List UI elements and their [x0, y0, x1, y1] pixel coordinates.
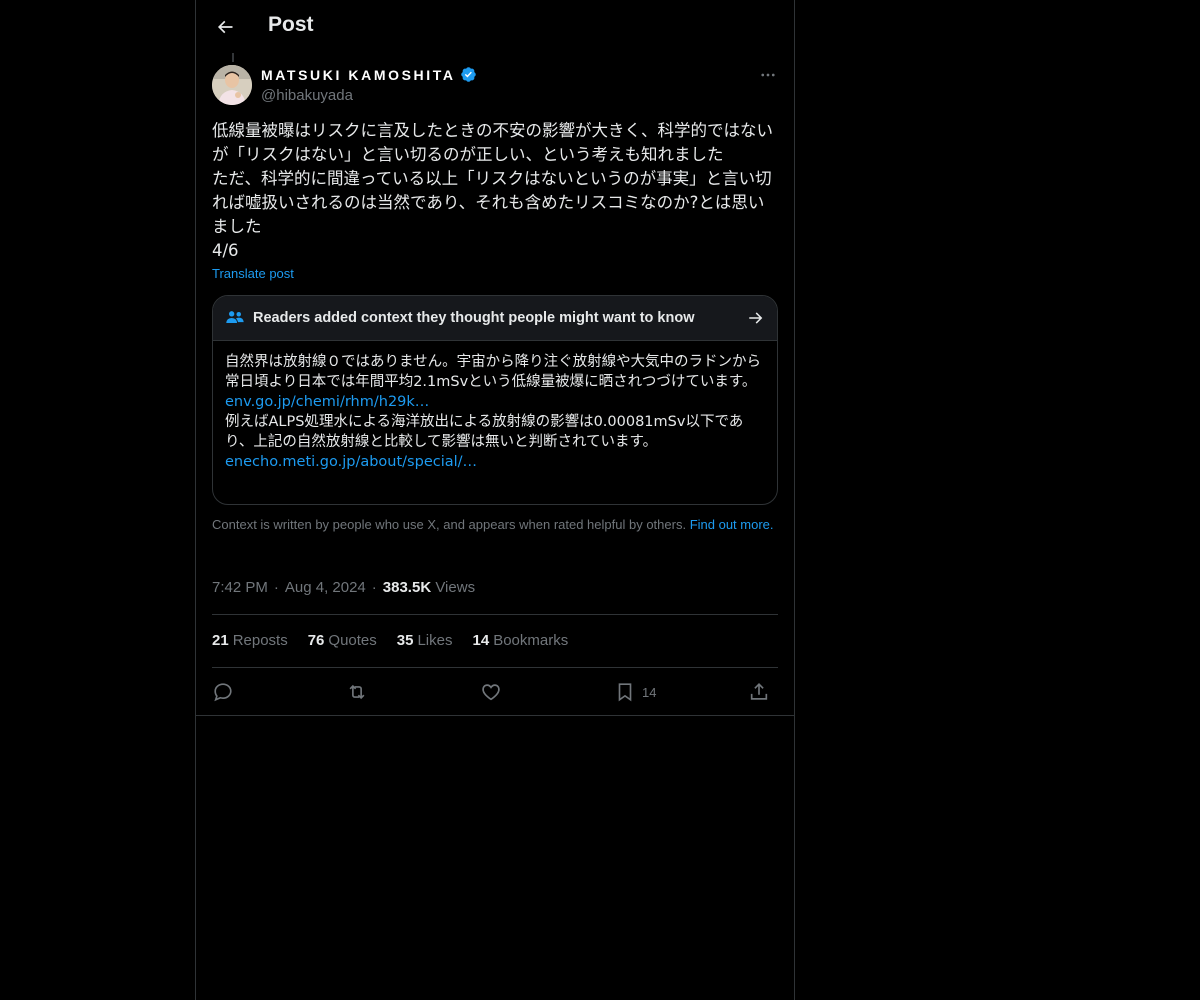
- community-note-header[interactable]: Readers added context they thought peopl…: [213, 296, 777, 341]
- find-out-more-link[interactable]: Find out more.: [690, 517, 774, 532]
- more-options-button[interactable]: [756, 66, 780, 84]
- bookmark-count: 14: [642, 684, 657, 700]
- avatar[interactable]: [212, 65, 252, 105]
- note-arrow-button[interactable]: [747, 309, 765, 327]
- context-footer: Context is written by people who use X, …: [212, 517, 778, 533]
- reply-button[interactable]: [212, 680, 234, 704]
- community-note: Readers added context they thought peopl…: [212, 295, 778, 505]
- back-button[interactable]: [208, 10, 242, 44]
- community-note-title: Readers added context they thought peopl…: [253, 310, 695, 326]
- heart-icon: [482, 684, 500, 701]
- stat-quotes[interactable]: 76 Quotes: [308, 632, 377, 649]
- post-bottom-border: [196, 715, 794, 716]
- reply-icon: [214, 683, 232, 702]
- views-label: Views: [435, 579, 476, 596]
- author-display-name[interactable]: MATSUKI KAMOSHITA: [261, 66, 477, 83]
- thread-connector-line: [232, 53, 234, 62]
- avatar-photo: [212, 65, 252, 105]
- post-time[interactable]: 7:42 PM: [212, 579, 268, 596]
- arrow-left-icon: [217, 20, 233, 34]
- engagement-stats: 21 Reposts 76 Quotes 35 Likes 14 Bookmarks: [212, 632, 568, 649]
- author-handle[interactable]: @hibakuyada: [261, 87, 353, 104]
- divider: [212, 614, 778, 615]
- stat-likes[interactable]: 35 Likes: [397, 632, 453, 649]
- repost-icon: [349, 684, 365, 700]
- bookmark-icon: [618, 683, 632, 702]
- display-name-text: MATSUKI KAMOSHITA: [261, 66, 456, 83]
- note-paragraph-2: 例えばALPS処理水による海洋放出による放射線の影響は0.00081mSv以下で…: [225, 414, 744, 450]
- post-date[interactable]: Aug 4, 2024: [285, 579, 366, 596]
- repost-button[interactable]: [346, 680, 368, 704]
- bookmark-button[interactable]: 14: [614, 680, 656, 704]
- stat-reposts[interactable]: 21 Reposts: [212, 632, 288, 649]
- translate-post-link[interactable]: Translate post: [212, 266, 294, 281]
- context-footer-text: Context is written by people who use X, …: [212, 517, 687, 532]
- stat-bookmarks[interactable]: 14 Bookmarks: [473, 632, 569, 649]
- note-link-2[interactable]: enecho.meti.go.jp/about/special/…: [225, 452, 765, 472]
- verified-badge-icon[interactable]: [460, 66, 477, 83]
- post-meta: 7:42 PM · Aug 4, 2024 · 383.5K Views: [212, 579, 475, 596]
- post-column: Post MATSUKI KAMOSHITA @hibakuyada 低線量被曝…: [195, 0, 795, 1000]
- arrow-right-icon: [749, 312, 763, 324]
- like-button[interactable]: [480, 680, 502, 704]
- more-dots-icon: [761, 73, 775, 77]
- top-header: Post: [196, 0, 794, 53]
- views-count: 383.5K: [382, 579, 432, 596]
- share-button[interactable]: [748, 680, 770, 704]
- community-note-body: 自然界は放射線０ではありません。宇宙から降り注ぐ放射線や大気中のラドンから常日頃…: [213, 341, 777, 472]
- meta-separator: ·: [273, 579, 279, 596]
- meta-separator: ·: [371, 579, 377, 596]
- note-paragraph-1: 自然界は放射線０ではありません。宇宙から降り注ぐ放射線や大気中のラドンから常日頃…: [225, 354, 762, 390]
- people-icon: [226, 311, 244, 323]
- post-text: 低線量被曝はリスクに言及したときの不安の影響が大きく、科学的ではないが「リスクは…: [212, 121, 773, 260]
- action-bar: 14: [212, 678, 778, 706]
- note-link-1[interactable]: env.go.jp/chemi/rhm/h29k…: [225, 392, 765, 412]
- share-icon: [750, 683, 768, 700]
- page-title: Post: [268, 13, 314, 36]
- divider: [212, 667, 778, 668]
